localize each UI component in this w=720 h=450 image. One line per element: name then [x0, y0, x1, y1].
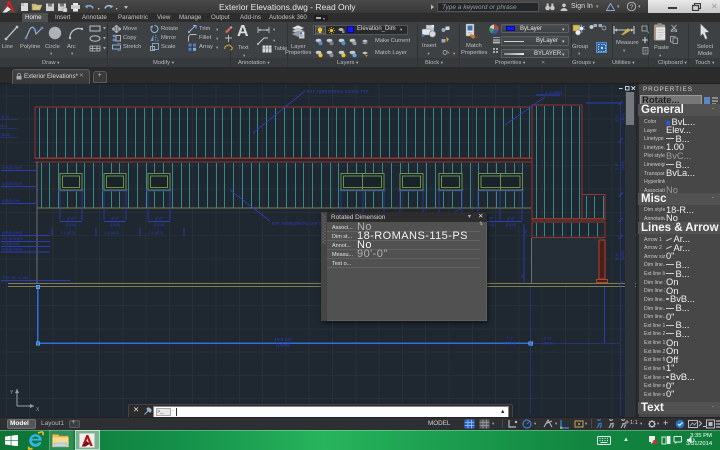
svg-text:WINDOWS: WINDOWS: [2, 165, 23, 170]
svg-text:[14948]: [14948]: [276, 343, 290, 348]
svg-text:WINDOWS: WINDOWS: [2, 230, 23, 235]
svg-text:WINDOW: WINDOW: [2, 198, 20, 203]
svg-text:WINDOWS: WINDOWS: [2, 181, 23, 186]
svg-text:4'-0": 4'-0": [155, 216, 164, 221]
svg-text:4'-0": 4'-0": [507, 216, 516, 221]
svg-text:[1219]: [1219]: [66, 223, 77, 227]
svg-text:49'-0 1/2": 49'-0 1/2": [274, 337, 292, 342]
svg-text:WINDOW: WINDOW: [2, 241, 20, 246]
svg-text:8'-6: 8'-6: [614, 253, 619, 260]
svg-text:WINDOWS: WINDOWS: [2, 247, 23, 252]
svg-text:[610]: [610]: [544, 341, 553, 346]
svg-text:1'-2 [356]: 1'-2 [356]: [545, 90, 562, 95]
svg-text:[1219]: [1219]: [154, 223, 165, 227]
svg-text:[2315]: [2315]: [504, 341, 515, 346]
svg-text:[152]: [152]: [620, 251, 625, 260]
svg-text:10-0: 10-0: [1, 114, 10, 119]
svg-text:TOP OF SLAB: TOP OF SLAB: [2, 275, 28, 280]
svg-text:[152]: [152]: [620, 161, 625, 170]
svg-text:7'-6: 7'-6: [614, 163, 619, 170]
svg-text:8-0: 8-0: [1, 123, 8, 128]
svg-text:[304]: [304]: [1, 132, 10, 137]
svg-text:2'-0 [610]: 2'-0 [610]: [104, 231, 119, 235]
svg-text:2'-0 [610]: 2'-0 [610]: [148, 231, 163, 235]
svg-text:4'-0": 4'-0": [111, 216, 120, 221]
svg-text:5'-0: 5'-0: [614, 115, 619, 122]
svg-text:[152]: [152]: [620, 113, 625, 122]
svg-text:[1219]: [1219]: [110, 223, 121, 227]
svg-text:EXT. HORIZONTAL SIDING TYP.: EXT. HORIZONTAL SIDING TYP.: [307, 89, 369, 94]
svg-text:4'-0": 4'-0": [67, 216, 76, 221]
svg-text:[1219]: [1219]: [506, 223, 517, 227]
svg-text:2'-0 [610]: 2'-0 [610]: [60, 231, 75, 235]
